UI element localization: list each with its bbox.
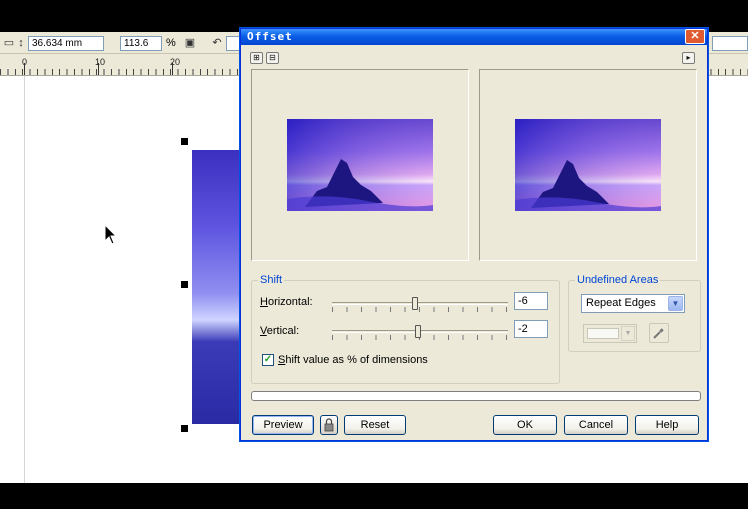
mouse-pointer-icon bbox=[104, 224, 118, 245]
vertical-slider-thumb[interactable] bbox=[415, 325, 422, 338]
offset-dialog: Offset ✕ ⊞ ⊟ ▸ Shift Horizontal: -6 Vert… bbox=[240, 28, 708, 441]
shift-percent-label[interactable]: Shift value as % of dimensions bbox=[278, 354, 428, 366]
fill-color-select[interactable]: ▼ bbox=[583, 324, 637, 343]
shift-group: Shift Horizontal: -6 Vertical: -2 ✓ Shif… bbox=[251, 274, 560, 384]
scale-field[interactable]: 113.6 bbox=[120, 36, 162, 51]
lock-preview-button[interactable] bbox=[320, 415, 338, 435]
progress-bar bbox=[251, 391, 701, 401]
vertical-label: Vertical: bbox=[260, 325, 300, 337]
dialog-titlebar[interactable]: Offset ✕ bbox=[241, 29, 707, 45]
horizontal-label: Horizontal: bbox=[260, 296, 313, 308]
selection-handle[interactable] bbox=[181, 425, 188, 432]
video-letterbox-bottom bbox=[0, 483, 748, 509]
close-icon: ✕ bbox=[690, 30, 700, 42]
zoom-in-icon[interactable]: ⊞ bbox=[250, 52, 263, 64]
undefined-areas-group: Undefined Areas Repeat Edges ▼ ▼ bbox=[568, 274, 701, 352]
undefined-areas-title: Undefined Areas bbox=[575, 274, 661, 286]
undefined-areas-select[interactable]: Repeat Edges ▼ bbox=[581, 294, 685, 313]
horizontal-value-input[interactable]: -6 bbox=[514, 292, 548, 310]
dialog-title: Offset bbox=[247, 30, 293, 43]
original-preview-image bbox=[287, 119, 433, 211]
page-border bbox=[24, 76, 25, 483]
eyedropper-icon bbox=[653, 328, 664, 339]
vertical-value-input[interactable]: -2 bbox=[514, 320, 548, 338]
horizontal-slider-thumb[interactable] bbox=[411, 297, 418, 310]
rotation-field[interactable] bbox=[226, 36, 240, 51]
cancel-button[interactable]: Cancel bbox=[564, 415, 628, 435]
eyedropper-button[interactable] bbox=[649, 323, 669, 343]
undefined-areas-selected: Repeat Edges bbox=[586, 297, 656, 309]
original-preview-pane[interactable] bbox=[251, 69, 469, 261]
preview-button[interactable]: Preview bbox=[252, 415, 314, 435]
close-button[interactable]: ✕ bbox=[685, 29, 705, 44]
height-field[interactable]: 36.634 mm bbox=[28, 36, 104, 51]
chevron-down-icon: ▼ bbox=[621, 326, 635, 341]
ok-button[interactable]: OK bbox=[493, 415, 557, 435]
result-preview-pane[interactable] bbox=[479, 69, 697, 261]
rotate-icon: ↶ bbox=[212, 37, 222, 49]
selection-handle[interactable] bbox=[181, 138, 188, 145]
chevron-down-icon[interactable]: ▼ bbox=[668, 296, 683, 311]
play-icon[interactable]: ▸ bbox=[682, 52, 695, 64]
lock-icon bbox=[324, 418, 334, 432]
canvas-bitmap[interactable] bbox=[192, 150, 244, 424]
selection-handle[interactable] bbox=[181, 281, 188, 288]
checkmark-icon: ✓ bbox=[263, 354, 273, 365]
horizontal-slider-ticks bbox=[332, 307, 508, 312]
lock-ratio-icon[interactable]: ▣ bbox=[183, 36, 197, 50]
horizontal-slider-track[interactable] bbox=[332, 302, 508, 305]
result-preview-image bbox=[515, 119, 661, 211]
shift-group-title: Shift bbox=[258, 274, 285, 286]
property-field-right[interactable] bbox=[712, 36, 748, 51]
color-swatch bbox=[587, 328, 619, 339]
zoom-out-icon[interactable]: ⊟ bbox=[266, 52, 279, 64]
vertical-size-icon: ↕ bbox=[18, 37, 24, 49]
dialog-body: ⊞ ⊟ ▸ Shift Horizontal: -6 Vertical: -2 … bbox=[241, 45, 707, 440]
scale-unit: % bbox=[166, 37, 176, 49]
shift-percent-checkbox[interactable]: ✓ bbox=[262, 354, 274, 366]
help-button[interactable]: Help bbox=[635, 415, 699, 435]
ruler-label-10: 10 bbox=[95, 57, 106, 67]
reset-button[interactable]: Reset bbox=[344, 415, 406, 435]
